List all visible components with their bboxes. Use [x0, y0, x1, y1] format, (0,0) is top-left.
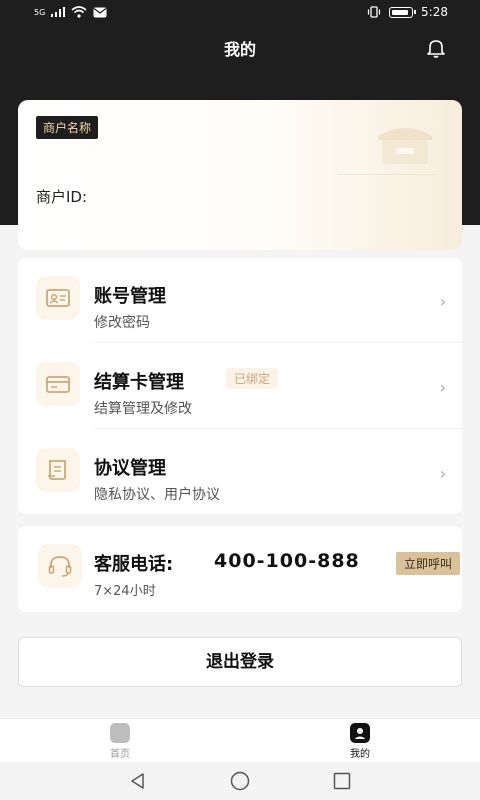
- headset-icon: [38, 544, 82, 588]
- back-icon[interactable]: [128, 771, 148, 791]
- merchant-id-label: 商户ID:: [36, 188, 88, 206]
- service-hours: 7×24小时: [94, 584, 156, 599]
- recent-apps-icon[interactable]: [332, 771, 352, 791]
- wifi-icon: [71, 6, 87, 18]
- tab-bar: 首页 我的: [0, 718, 480, 763]
- menu-subtitle-agreements: 隐私协议、用户协议: [94, 487, 220, 503]
- menu-divider: [94, 342, 462, 343]
- menu-item-agreements[interactable]: 协议管理 隐私协议、用户协议 ›: [18, 430, 462, 514]
- shop-icon: [378, 128, 432, 164]
- tab-home[interactable]: 首页: [80, 723, 160, 760]
- id-card-icon: [36, 276, 80, 320]
- status-right: 5:28: [367, 5, 448, 19]
- menu-item-account[interactable]: 账号管理 修改密码 ›: [18, 258, 462, 342]
- status-time: 5:28: [421, 5, 448, 19]
- chevron-right-icon: ›: [439, 464, 446, 483]
- menu-subtitle-account: 修改密码: [94, 315, 150, 331]
- service-phone-label: 客服电话:: [94, 554, 174, 575]
- home-icon: [110, 723, 130, 743]
- card-divider: [338, 174, 436, 175]
- message-icon: [93, 7, 107, 17]
- merchant-name-tag: 商户名称: [36, 116, 99, 139]
- menu-title-agreements: 协议管理: [94, 458, 166, 479]
- status-bar: 5G 5:28: [0, 0, 480, 26]
- customer-service-card: 客服电话: 400-100-888 7×24小时 立即呼叫: [18, 526, 462, 612]
- tab-profile-label: 我的: [350, 749, 370, 760]
- page-title: 我的: [223, 40, 256, 59]
- bank-card-icon: [36, 362, 80, 406]
- menu-divider: [94, 428, 462, 429]
- merchant-card: 商户名称 商户ID:: [18, 100, 462, 250]
- menu-title-account: 账号管理: [94, 286, 166, 307]
- battery-icon: [389, 6, 417, 18]
- call-now-button[interactable]: 立即呼叫: [395, 552, 460, 575]
- chevron-right-icon: ›: [439, 378, 446, 397]
- bound-status-badge: 已绑定: [226, 368, 279, 389]
- profile-icon: [350, 723, 370, 743]
- tab-profile[interactable]: 我的: [320, 723, 400, 760]
- chevron-right-icon: ›: [439, 292, 446, 311]
- status-left: 5G: [34, 6, 107, 18]
- tab-home-label: 首页: [110, 749, 130, 760]
- menu-subtitle-settlement-card: 结算管理及修改: [94, 401, 192, 417]
- menu-card: 账号管理 修改密码 › 结算卡管理 结算管理及修改 › 已绑定 协议管理 隐私协…: [18, 258, 462, 514]
- menu-title-settlement-card: 结算卡管理: [94, 372, 184, 393]
- system-nav-bar: [0, 762, 480, 800]
- logout-button[interactable]: 退出登录: [18, 637, 462, 687]
- signal-icon: [51, 7, 66, 17]
- service-phone-number: 400-100-888: [214, 550, 360, 572]
- vibrate-icon: [367, 6, 381, 18]
- home-circle-icon[interactable]: [229, 770, 251, 792]
- signal-label: 5G: [34, 7, 46, 17]
- bell-icon[interactable]: [425, 37, 447, 59]
- document-icon: [36, 448, 80, 492]
